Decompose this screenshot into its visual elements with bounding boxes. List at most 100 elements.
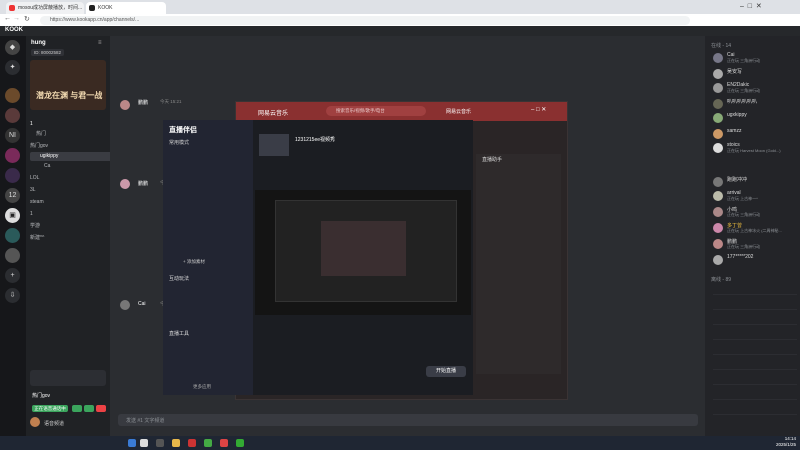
stream-title: 1231215ee视频秀 bbox=[295, 137, 336, 143]
tab-favicon-icon bbox=[89, 5, 95, 11]
mic-button[interactable] bbox=[72, 405, 82, 412]
home-icon[interactable]: ◆ bbox=[5, 40, 20, 55]
avatar bbox=[713, 223, 723, 233]
member-item[interactable]: Cai 正在玩 三角洲行动 bbox=[713, 52, 798, 66]
music-titlebar: 网易云音乐 搜索音乐/视频/歌手/电台 网易云音乐 – □ ✕ bbox=[236, 102, 567, 121]
music-user[interactable]: 网易云音乐 bbox=[446, 108, 471, 115]
add-source-button[interactable]: + 添加素材 bbox=[183, 259, 205, 265]
start-live-button[interactable]: 开始直播 bbox=[426, 366, 466, 377]
member-item[interactable]: 小鸣 正在玩 三角洲行动 bbox=[713, 206, 798, 220]
tools-section-title: 直播工具 bbox=[169, 331, 190, 337]
server-icon[interactable]: NI bbox=[5, 128, 20, 143]
avatar bbox=[120, 100, 130, 110]
channel-item[interactable]: 1 bbox=[30, 210, 106, 219]
menu-icon[interactable]: ≡ bbox=[98, 40, 102, 46]
server-icon[interactable]: ▣ bbox=[5, 208, 20, 223]
music-search-input[interactable]: 搜索音乐/视频/歌手/电台 bbox=[326, 106, 426, 116]
music-window-controls[interactable]: – □ ✕ bbox=[531, 106, 546, 113]
member-status: 正在玩 三角洲行动 bbox=[727, 58, 761, 63]
avatar[interactable] bbox=[30, 417, 40, 427]
channel-item[interactable]: 热门 bbox=[30, 130, 112, 139]
member-item[interactable]: 叭叭叭叭叭叭 bbox=[713, 98, 798, 112]
member-item[interactable]: stoics 正在玩 Harvest Moon (Gold...) bbox=[713, 142, 798, 156]
search-icon[interactable] bbox=[140, 439, 148, 447]
music-search-placeholder: 搜索音乐/视频/歌手/电台 bbox=[336, 108, 385, 113]
channel-item[interactable]: 3L bbox=[30, 186, 106, 195]
promo-card[interactable] bbox=[30, 370, 106, 386]
member-name: 吴安写 bbox=[727, 69, 743, 75]
server-icon[interactable] bbox=[5, 168, 20, 183]
server-icon[interactable] bbox=[5, 148, 20, 163]
discover-icon[interactable]: ✦ bbox=[5, 60, 20, 75]
clock-time[interactable]: 14:14 bbox=[760, 436, 796, 441]
message-author[interactable]: 鹏鹏 bbox=[138, 180, 148, 187]
message-author[interactable]: 鹏鹏 bbox=[138, 99, 148, 106]
server-icon[interactable] bbox=[5, 88, 20, 103]
app-icon[interactable] bbox=[188, 439, 196, 447]
clock-date[interactable]: 2025/1/25 bbox=[760, 442, 796, 447]
start-icon[interactable] bbox=[128, 439, 136, 447]
screen-share-button[interactable] bbox=[84, 405, 94, 412]
nav-forward-icon[interactable]: → bbox=[13, 15, 20, 22]
browser-tab[interactable]: mosou成功屏蔽播放，时间... bbox=[6, 2, 84, 14]
tab-favicon-icon bbox=[9, 5, 15, 11]
channel-item[interactable]: 1 bbox=[30, 120, 106, 129]
member-item[interactable]: 跑跑冲冲 bbox=[713, 176, 798, 190]
channel-item[interactable]: 学游 bbox=[30, 222, 106, 231]
stream-thumbnail bbox=[259, 134, 289, 156]
app-icon[interactable] bbox=[220, 439, 228, 447]
online-header: 在线 - 14 bbox=[711, 43, 732, 49]
channel-item[interactable]: steam bbox=[30, 198, 106, 207]
banner-text: 潜龙在渊 与君一战 bbox=[36, 91, 103, 100]
avatar bbox=[713, 143, 723, 153]
voice-status-button[interactable]: 正在语音通话中 bbox=[32, 405, 68, 412]
server-rail: ◆ ✦ NI 12 ▣ + ⇩ bbox=[0, 36, 26, 436]
avatar bbox=[120, 300, 130, 310]
reload-icon[interactable]: ↻ bbox=[24, 15, 30, 23]
member-name: 177*****202 bbox=[727, 254, 754, 260]
more-apps-button[interactable]: 更多应用 bbox=[193, 384, 211, 390]
browser-tab-strip: mosou成功屏蔽播放，时间... KOOK – □ ✕ bbox=[0, 0, 800, 14]
app-icon[interactable] bbox=[204, 439, 212, 447]
channel-item[interactable]: LOL bbox=[30, 174, 106, 183]
download-icon[interactable]: ⇩ bbox=[5, 288, 20, 303]
member-item[interactable]: 鹏鹏 正在玩 三角洲行动 bbox=[713, 238, 798, 252]
channel-item[interactable]: 热门gov bbox=[30, 142, 106, 151]
preview-canvas[interactable] bbox=[255, 190, 471, 315]
avatar bbox=[713, 99, 723, 109]
member-item[interactable]: EN2Dakic 正在玩 三角洲行动 bbox=[713, 82, 798, 96]
browser-tab-active[interactable]: KOOK bbox=[86, 2, 166, 14]
window-controls[interactable]: – □ ✕ bbox=[740, 2, 762, 10]
member-item[interactable]: 177*****202 bbox=[713, 254, 798, 268]
member-name: samzz bbox=[727, 128, 742, 134]
member-list: 在线 - 14 Cai 正在玩 三角洲行动 吴安写 EN2Dakic 正在玩 三角洲… bbox=[705, 36, 800, 436]
channel-item-active[interactable]: ugikippy bbox=[30, 152, 116, 161]
app-icon[interactable] bbox=[236, 439, 244, 447]
member-item[interactable]: 吴安写 bbox=[713, 68, 798, 82]
explorer-icon[interactable] bbox=[172, 439, 180, 447]
server-icon[interactable] bbox=[5, 248, 20, 263]
member-item[interactable]: 多丁曾 正在玩 上古神冰火 (二周神秘... bbox=[713, 222, 798, 236]
server-icon[interactable] bbox=[5, 108, 20, 123]
message-author[interactable]: Cai bbox=[138, 301, 146, 307]
url-field[interactable]: https://www.kookapp.cn/app/channels/... bbox=[40, 16, 690, 25]
scene-select[interactable]: 常用模式 bbox=[169, 139, 189, 146]
member-item[interactable]: ugxkippy bbox=[713, 112, 798, 126]
nested-window bbox=[321, 221, 406, 276]
server-icon[interactable]: 12 bbox=[5, 188, 20, 203]
avatar bbox=[713, 191, 723, 201]
server-icon[interactable] bbox=[5, 228, 20, 243]
channel-item[interactable]: Ca bbox=[30, 162, 120, 171]
channel-item[interactable]: 新建*^ bbox=[30, 234, 106, 243]
member-item[interactable]: samzz bbox=[713, 128, 798, 142]
live-window[interactable]: 直播伴侣 常用模式 + 添加素材 互动玩法 直播工具 更多应用 1231215e… bbox=[163, 120, 473, 395]
offline-member-list[interactable] bbox=[713, 288, 797, 428]
hangup-button[interactable] bbox=[96, 405, 106, 412]
add-server-icon[interactable]: + bbox=[5, 268, 20, 283]
member-item[interactable]: arrival 正在玩 上古神一^ bbox=[713, 190, 798, 204]
member-status: 正在玩 三角洲行动 bbox=[727, 88, 761, 93]
taskview-icon[interactable] bbox=[156, 439, 164, 447]
message-input[interactable]: 发送 #1 文字频道 bbox=[118, 414, 698, 426]
server-name: hung bbox=[31, 40, 46, 46]
nav-back-icon[interactable]: ← bbox=[4, 15, 11, 22]
